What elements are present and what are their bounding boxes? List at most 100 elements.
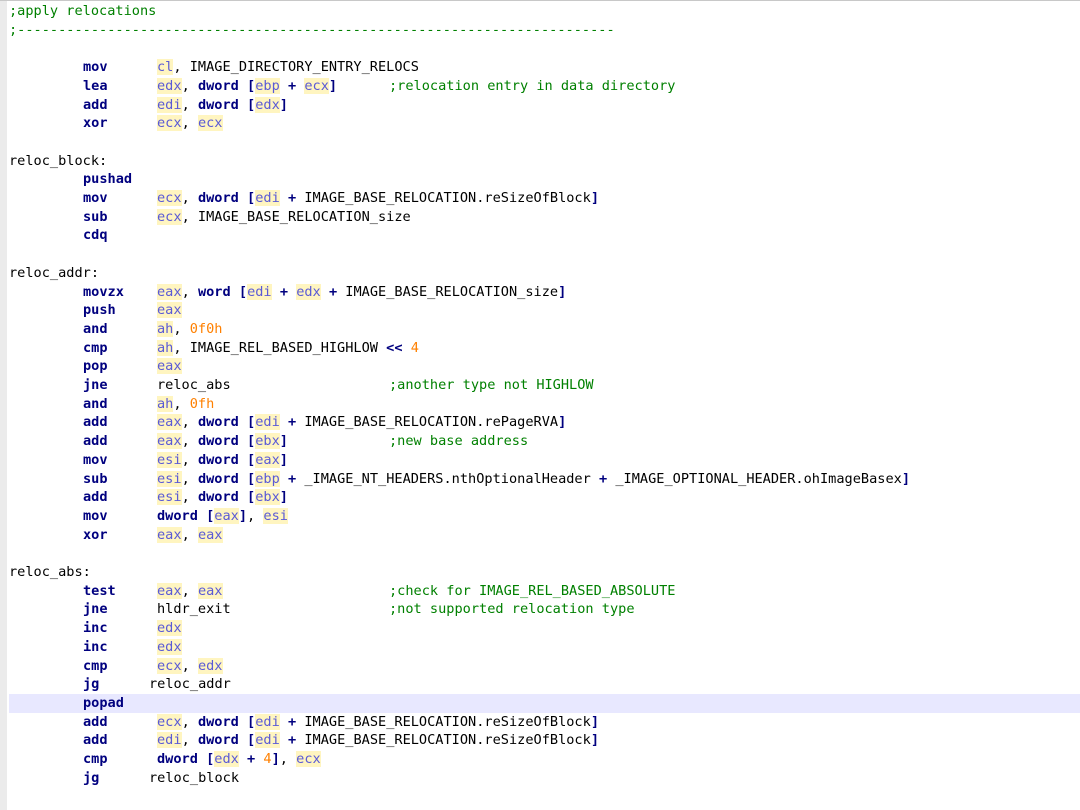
- code-line[interactable]: cdq: [9, 226, 1080, 245]
- register-token: eax: [157, 433, 182, 450]
- code-mnemonic: add: [83, 713, 108, 730]
- code-line[interactable]: pushad: [9, 170, 1080, 189]
- code-line[interactable]: xor ecx, ecx: [9, 114, 1080, 133]
- code-line[interactable]: ;---------------------------------------…: [9, 21, 1080, 40]
- operand-token: _IMAGE_OPTIONAL_HEADER.ohImageBasex: [607, 470, 902, 487]
- keyword-token: dword: [197, 77, 239, 94]
- code-mnemonic: pop: [83, 358, 108, 375]
- operand-token: [239, 732, 247, 748]
- code-comment: ;relocation entry in data directory: [389, 77, 676, 94]
- keyword-token: word: [197, 283, 231, 300]
- code-line-current[interactable]: popad: [9, 693, 1080, 713]
- code-line[interactable]: [9, 39, 1080, 58]
- code-operands: ecx, ecx: [157, 114, 223, 133]
- code-line[interactable]: xor eax, eax: [9, 526, 1080, 545]
- code-line[interactable]: inc edx: [9, 619, 1080, 638]
- code-operands: ecx, dword [edi + IMAGE_BASE_RELOCATION.…: [157, 189, 599, 208]
- code-comment: ;not supported relocation type: [389, 601, 635, 618]
- keyword-token: [: [247, 190, 256, 206]
- code-mnemonic: mov: [83, 59, 108, 76]
- code-line[interactable]: jg reloc_block: [9, 769, 1080, 788]
- code-line[interactable]: [9, 544, 1080, 563]
- code-line[interactable]: push eax: [9, 301, 1080, 320]
- code-line[interactable]: pop eax: [9, 357, 1080, 376]
- code-line[interactable]: mov esi, dword [eax]: [9, 451, 1080, 470]
- code-operands: eax, eax: [157, 582, 223, 601]
- code-line[interactable]: add esi, dword [ebx]: [9, 488, 1080, 507]
- code-line[interactable]: reloc_addr:: [9, 264, 1080, 283]
- keyword-token: +: [247, 751, 256, 767]
- code-mnemonic: inc: [83, 638, 108, 655]
- code-line[interactable]: ;apply relocations: [9, 2, 1080, 21]
- code-operands: ecx, edx: [157, 657, 223, 676]
- code-mnemonic: cmp: [83, 657, 108, 674]
- operand-token: ,: [279, 751, 297, 767]
- code-operands: eax, eax: [157, 526, 223, 545]
- code-line[interactable]: sub ecx, IMAGE_BASE_RELOCATION_size: [9, 208, 1080, 227]
- code-line[interactable]: sub esi, dword [ebp + _IMAGE_NT_HEADERS.n…: [9, 470, 1080, 489]
- code-line[interactable]: and ah, 0f0h: [9, 320, 1080, 339]
- code-line[interactable]: mov cl, IMAGE_DIRECTORY_ENTRY_RELOCS: [9, 58, 1080, 77]
- code-operands: hldr_exit: [157, 600, 231, 619]
- code-line[interactable]: test eax, eax ;check for IMAGE_REL_BASED_A…: [9, 582, 1080, 601]
- code-editor[interactable]: ;apply relocations ;---------------------…: [0, 0, 1080, 810]
- register-token: edx: [157, 638, 182, 655]
- keyword-token: [: [247, 713, 256, 730]
- operand-token: [280, 414, 288, 430]
- keyword-token: <<: [386, 339, 403, 356]
- code-operands: eax: [157, 301, 182, 320]
- code-line[interactable]: and ah, 0fh: [9, 395, 1080, 414]
- register-token: ecx: [157, 713, 182, 730]
- code-mnemonic: mov: [83, 507, 108, 524]
- register-token: edi: [255, 713, 280, 730]
- code-line[interactable]: cmp ah, IMAGE_REL_BASED_HIGHLOW << 4: [9, 339, 1080, 358]
- operand-token: ,: [181, 77, 198, 94]
- register-token: edx: [296, 283, 321, 300]
- code-operands: edi, dword [edi + IMAGE_BASE_RELOCATION.…: [157, 731, 599, 750]
- keyword-token: ]: [279, 451, 288, 468]
- code-line[interactable]: movzx eax, word [edi + edx + IMAGE_BASE_R…: [9, 283, 1080, 302]
- keyword-token: ]: [279, 96, 288, 113]
- code-line[interactable]: inc edx: [9, 638, 1080, 657]
- keyword-token: dword: [197, 96, 239, 113]
- register-token: edx: [157, 77, 182, 94]
- code-line[interactable]: [9, 245, 1080, 264]
- operand-token: [239, 471, 247, 487]
- code-line[interactable]: cmp ecx, edx: [9, 657, 1080, 676]
- code-operands: esi, dword [eax]: [157, 451, 288, 470]
- code-operands: edx: [157, 638, 182, 657]
- keyword-token: +: [287, 713, 297, 730]
- operand-token: ,: [181, 283, 198, 300]
- code-line[interactable]: add edi, dword [edi + IMAGE_BASE_RELOCATI…: [9, 731, 1080, 750]
- code-line[interactable]: reloc_abs:: [9, 563, 1080, 582]
- operand-token: , IMAGE_REL_BASED_HIGHLOW: [173, 339, 387, 356]
- code-line[interactable]: jne hldr_exit ;not supported relocation ty…: [9, 600, 1080, 619]
- code-line[interactable]: jg reloc_addr: [9, 675, 1080, 694]
- operand-token: , IMAGE_BASE_RELOCATION_size: [181, 208, 411, 225]
- operand-token: ,: [181, 489, 198, 506]
- keyword-token: dword: [197, 414, 239, 431]
- code-line[interactable]: add eax, dword [edi + IMAGE_BASE_RELOCATI…: [9, 413, 1080, 432]
- code-line[interactable]: add eax, dword [ebx] ;new base address: [9, 432, 1080, 451]
- keyword-token: +: [287, 414, 297, 431]
- register-token: ecx: [296, 751, 321, 767]
- code-operands: eax, word [edi + edx + IMAGE_BASE_RELOCA…: [157, 283, 566, 302]
- code-line[interactable]: add edi, dword [edx]: [9, 96, 1080, 115]
- code-line[interactable]: mov ecx, dword [edi + IMAGE_BASE_RELOCATI…: [9, 189, 1080, 208]
- code-mnemonic: mov: [83, 451, 108, 468]
- code-line[interactable]: mov dword [eax], esi: [9, 507, 1080, 526]
- code-line[interactable]: jne reloc_abs ;another type not HIGHLOW: [9, 376, 1080, 395]
- register-token: eax: [255, 451, 280, 468]
- code-line[interactable]: cmp dword [edx + 4], ecx: [9, 750, 1080, 769]
- operand-token: [280, 190, 288, 206]
- code-line[interactable]: [9, 133, 1080, 152]
- code-line[interactable]: reloc_block:: [9, 152, 1080, 171]
- code-line[interactable]: lea edx, dword [ebp + ecx] ;relocation ent…: [9, 77, 1080, 96]
- code-mnemonic: test: [83, 582, 116, 599]
- operand-token: [239, 433, 247, 449]
- operand-token: ,: [181, 190, 198, 206]
- operand-token: reloc_addr: [149, 676, 231, 693]
- operand-token: [288, 284, 296, 300]
- operand-token: hldr_exit: [157, 601, 231, 618]
- code-line[interactable]: add ecx, dword [edi + IMAGE_BASE_RELOCATI…: [9, 713, 1080, 732]
